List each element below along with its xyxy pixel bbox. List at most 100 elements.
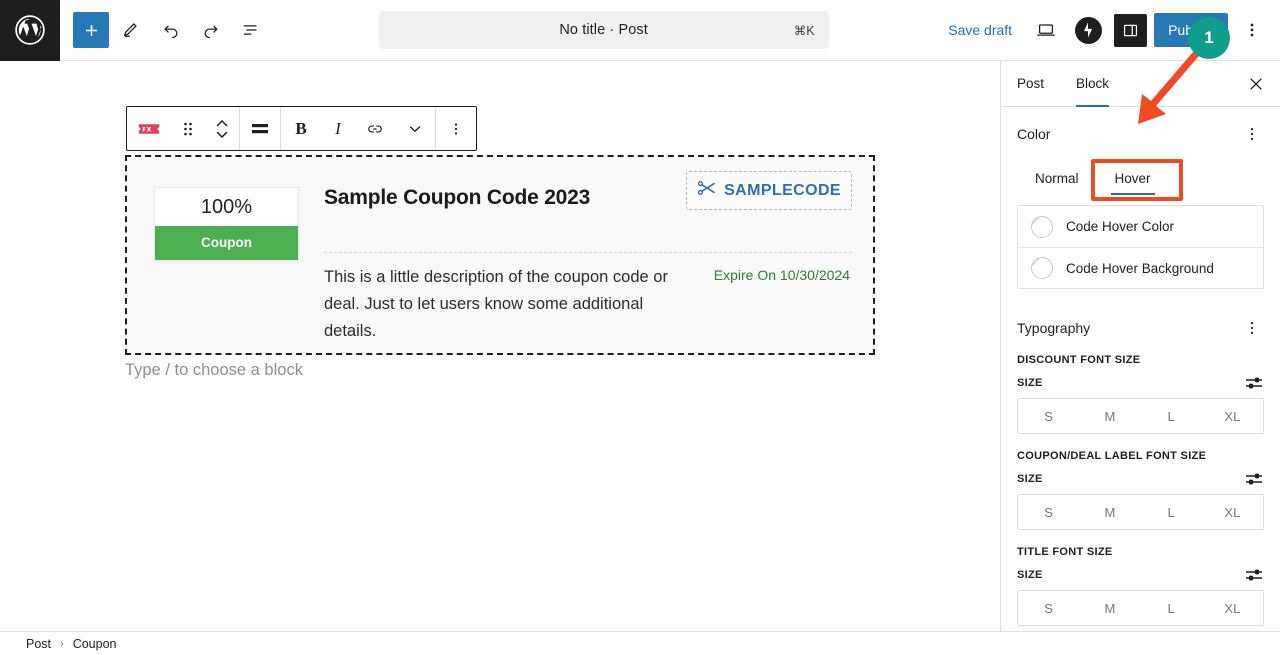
move-up-down-icon[interactable] [205,107,239,150]
jetpack-circle-icon[interactable] [1070,12,1106,48]
add-block-button[interactable] [73,12,109,48]
coupon-block-inner: 100% Coupon Sample Coupon Code 2023 SAMP… [132,162,868,348]
empty-paragraph-placeholder[interactable]: Type / to choose a block [125,361,303,380]
annotation-step-badge: 1 [1188,17,1230,59]
typography-group-label: TITLE FONT SIZE [1017,546,1113,558]
tab-block[interactable]: Block [1060,61,1125,107]
document-title-area: No title · Post ⌘K [269,11,938,49]
breadcrumb-item-coupon[interactable]: Coupon [73,637,117,651]
size-button-xl[interactable]: XL [1202,495,1263,529]
discount-box: 100% Coupon [154,187,299,261]
color-row-code-hover-background[interactable]: Code Hover Background [1018,247,1263,288]
block-toolbar-align-group [240,107,280,150]
sliders-icon[interactable] [1244,471,1264,487]
typography-group-label: COUPON/DEAL LABEL FONT SIZE [1017,450,1207,462]
document-title-text: No title · Post [559,22,648,38]
sliders-icon[interactable] [1244,375,1264,391]
tab-normal[interactable]: Normal [1017,164,1097,195]
color-options-list: Code Hover Color Code Hover Background [1017,205,1264,289]
breadcrumb: Post › Coupon [0,631,1280,655]
coupon-divider [324,252,852,253]
empty-color-swatch-icon [1031,257,1053,279]
size-row: SIZE [1017,375,1264,391]
size-button-group: S M L XL [1017,590,1264,626]
sliders-icon[interactable] [1244,567,1264,583]
color-panel-title: Color [1017,126,1051,142]
size-button-s[interactable]: S [1018,495,1079,529]
discount-percent: 100% [155,188,298,226]
align-center-icon[interactable] [240,107,280,150]
typography-panel-title: Typography [1017,320,1091,336]
bold-button[interactable]: B [281,107,321,150]
size-label: SIZE [1017,377,1043,389]
deal-label: Coupon [155,226,298,260]
wordpress-block-editor: No title · Post ⌘K Save draft Publish [0,0,1280,655]
top-toolbar-left-group [60,12,269,48]
color-state-tabs: Normal Hover [1017,159,1280,201]
color-row-label: Code Hover Color [1066,219,1175,234]
size-label: SIZE [1017,473,1043,485]
size-button-m[interactable]: M [1079,399,1140,433]
italic-label: I [335,118,341,138]
block-toolbar-mover-group [127,107,239,150]
editor-options-kebab-menu-icon[interactable] [1234,12,1270,48]
breadcrumb-separator: › [60,637,64,650]
size-button-m[interactable]: M [1079,495,1140,529]
tab-post[interactable]: Post [1001,61,1060,106]
settings-panel-icon[interactable] [1112,12,1148,48]
redo-button[interactable] [193,12,229,48]
save-draft-button[interactable]: Save draft [938,16,1022,44]
block-toolbar-options-group [436,107,476,150]
annotation-arrow-icon [1138,45,1204,124]
size-button-s[interactable]: S [1018,399,1079,433]
coupon-block[interactable]: 100% Coupon Sample Coupon Code 2023 SAMP… [125,155,875,355]
coupon-code-button[interactable]: SAMPLECODE [686,171,852,210]
settings-sidebar: Post Block Color Normal Hover Code Hover… [1000,61,1280,631]
tab-hover[interactable]: Hover [1097,164,1169,195]
chevron-down-icon[interactable] [395,107,435,150]
color-panel-options-kebab-menu-icon[interactable] [1240,122,1264,146]
color-row-code-hover-color[interactable]: Code Hover Color [1018,206,1263,247]
size-button-s[interactable]: S [1018,591,1079,625]
typography-panel-header: Typography [1001,306,1280,350]
coupon-main-area: Sample Coupon Code 2023 SAMPLECODE [324,171,854,212]
typography-group-title-font-size: TITLE FONT SIZE SIZE S M L XL [1001,546,1280,626]
document-title-button[interactable]: No title · Post ⌘K [378,11,829,49]
italic-button[interactable]: I [321,107,355,150]
typography-group-coupon-deal-label-font-size: COUPON/DEAL LABEL FONT SIZE SIZE S M L X… [1001,450,1280,530]
wordpress-logo-icon[interactable] [0,0,60,61]
coupon-code-text: SAMPLECODE [724,181,841,199]
editor-canvas: B I 100% Coupon Sample Coupon Code 2023 … [0,61,1000,631]
coupon-block-icon[interactable] [127,107,171,150]
size-button-m[interactable]: M [1079,591,1140,625]
size-label: SIZE [1017,569,1043,581]
block-options-kebab-menu-icon[interactable] [436,107,476,150]
breadcrumb-item-post[interactable]: Post [26,637,51,651]
size-row: SIZE [1017,471,1264,487]
scissors-icon [697,180,717,201]
size-button-l[interactable]: L [1141,399,1202,433]
typography-panel-options-kebab-menu-icon[interactable] [1240,316,1264,340]
empty-color-swatch-icon [1031,215,1053,238]
close-icon[interactable] [1240,68,1272,100]
command-shortcut-hint: ⌘K [793,23,815,38]
document-overview-button[interactable] [233,12,269,48]
size-row: SIZE [1017,567,1264,583]
block-toolbar-format-group: B I [281,107,435,150]
size-button-l[interactable]: L [1141,591,1202,625]
tools-pencil-button[interactable] [113,12,149,48]
size-button-l[interactable]: L [1141,495,1202,529]
editor-top-toolbar: No title · Post ⌘K Save draft Publish [0,0,1280,61]
undo-button[interactable] [153,12,189,48]
typography-group-label: DISCOUNT FONT SIZE [1017,354,1141,366]
size-button-xl[interactable]: XL [1202,591,1263,625]
coupon-expire-text: Expire On 10/30/2024 [713,267,850,283]
link-icon[interactable] [355,107,395,150]
coupon-description[interactable]: This is a little description of the coup… [324,264,669,345]
typography-group-discount-font-size: DISCOUNT FONT SIZE SIZE S M L XL [1001,354,1280,434]
size-button-group: S M L XL [1017,398,1264,434]
color-row-label: Code Hover Background [1066,260,1214,276]
laptop-preview-icon[interactable] [1028,12,1064,48]
drag-handle-icon[interactable] [171,107,205,150]
size-button-xl[interactable]: XL [1202,399,1263,433]
